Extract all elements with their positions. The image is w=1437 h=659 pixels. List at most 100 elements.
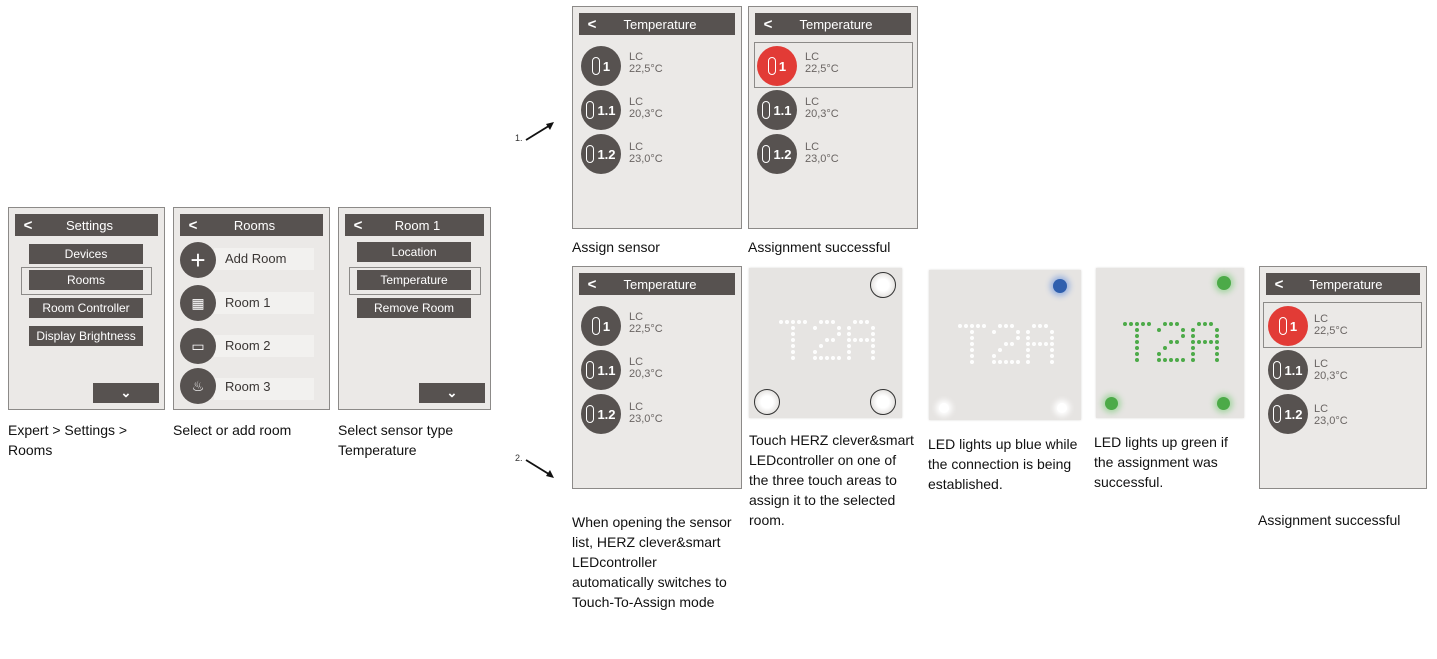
sensor-1-icon[interactable]: 1	[581, 46, 621, 86]
led-dot	[871, 326, 875, 330]
display-brightness-button[interactable]: Display Brightness	[29, 326, 143, 346]
back-chevron-icon[interactable]: <	[345, 217, 371, 234]
led-dot	[1016, 360, 1020, 364]
led-dot	[1175, 340, 1179, 344]
temperature-panel-success-bottom: < Temperature 1 LC 22,5°C 1.1 LC 20,3°C …	[1259, 266, 1427, 489]
sensor-1-2-icon[interactable]: 1.2	[581, 394, 621, 434]
led-dot	[1191, 340, 1195, 344]
touch-area-bottom-right[interactable]	[870, 389, 896, 415]
led-white-dot-left	[939, 403, 949, 413]
sensor-1-2-icon[interactable]: 1.2	[581, 134, 621, 174]
led-dot	[791, 338, 795, 342]
back-chevron-icon[interactable]: <	[1266, 276, 1292, 293]
led-dot	[1016, 336, 1020, 340]
pot-icon[interactable]: ♨	[180, 368, 216, 404]
led-dot	[1169, 322, 1173, 326]
t2a-logo-white	[958, 324, 1054, 364]
led-dot	[970, 324, 974, 328]
sofa-icon[interactable]: ▭	[180, 328, 216, 364]
t2a-dots	[958, 324, 1054, 364]
scroll-down-button[interactable]: ⌄	[419, 383, 485, 403]
led-dot	[998, 324, 1002, 328]
led-dot	[998, 348, 1002, 352]
sensor-1-1-value: 20,3°C	[1314, 370, 1348, 382]
sensor-1-2-icon[interactable]: 1.2	[1268, 394, 1308, 434]
back-chevron-icon[interactable]: <	[755, 16, 781, 33]
t2a-logo-white	[779, 320, 875, 360]
led-dot	[1004, 360, 1008, 364]
remove-room-button[interactable]: Remove Room	[357, 298, 471, 318]
sensor-1-1-icon[interactable]: 1.1	[757, 90, 797, 130]
room-2-label[interactable]: Room 2	[225, 338, 271, 353]
open-list-caption: When opening the sensor list, HERZ cleve…	[572, 514, 732, 610]
led-dot	[1203, 340, 1207, 344]
sensor-1-1-icon[interactable]: 1.1	[1268, 350, 1308, 390]
led-dot	[813, 356, 817, 360]
led-dot	[1181, 358, 1185, 362]
room-controller-button[interactable]: Room Controller	[29, 298, 143, 318]
led-blue-dot	[1053, 279, 1067, 293]
temperature-button[interactable]: Temperature	[357, 270, 471, 290]
led-dot	[825, 356, 829, 360]
sensor-1-1-label: LC	[629, 96, 644, 108]
touch-area-bottom-left[interactable]	[754, 389, 780, 415]
assignment-successful-caption-top: Assignment successful	[748, 239, 891, 255]
led-dot	[982, 324, 986, 328]
led-dot	[847, 350, 851, 354]
settings-panel: < Settings Devices Rooms Room Controller…	[8, 207, 165, 410]
sensor-1-2-value: 23,0°C	[1314, 415, 1348, 427]
led-dot	[1004, 342, 1008, 346]
led-dot	[791, 326, 795, 330]
sensor-1-1-value: 20,3°C	[629, 368, 663, 380]
sensor-1-1-label: LC	[805, 96, 820, 108]
led-controller-green	[1096, 268, 1244, 418]
back-chevron-icon[interactable]: <	[15, 217, 41, 234]
led-dot	[871, 350, 875, 354]
back-chevron-icon[interactable]: <	[180, 217, 206, 234]
led-dot	[1044, 342, 1048, 346]
led-dot	[1135, 340, 1139, 344]
sensor-1-icon[interactable]: 1	[581, 306, 621, 346]
led-dot	[1175, 322, 1179, 326]
led-dot	[1163, 358, 1167, 362]
led-dot	[970, 330, 974, 334]
led-dot	[1050, 360, 1054, 364]
sensor-1-icon-selected[interactable]: 1	[757, 46, 797, 86]
add-room-label[interactable]: Add Room	[225, 251, 286, 266]
sensor-1-2-icon[interactable]: 1.2	[757, 134, 797, 174]
led-dot	[819, 356, 823, 360]
led-dot	[1010, 342, 1014, 346]
sensor-1-1-icon[interactable]: 1.1	[581, 90, 621, 130]
rooms-button[interactable]: Rooms	[29, 270, 143, 290]
led-dot	[1141, 322, 1145, 326]
room-3-label[interactable]: Room 3	[225, 379, 271, 394]
led-dot	[970, 354, 974, 358]
led-dot	[1169, 358, 1173, 362]
back-chevron-icon[interactable]: <	[579, 276, 605, 293]
devices-button[interactable]: Devices	[29, 244, 143, 264]
sensor-1-1-icon[interactable]: 1.1	[581, 350, 621, 390]
led-dot	[1038, 324, 1042, 328]
location-button[interactable]: Location	[357, 242, 471, 262]
room-1-label[interactable]: Room 1	[225, 295, 271, 310]
sensor-1-value: 22,5°C	[629, 323, 663, 335]
led-dot	[831, 338, 835, 342]
add-icon[interactable]: +	[180, 242, 216, 278]
temperature-panel-assign: < Temperature 1 LC 22,5°C 1.1 LC 20,3°C …	[572, 6, 742, 229]
bed-icon[interactable]: ▦	[180, 285, 216, 321]
settings-title: Settings	[66, 217, 113, 233]
led-dot	[1050, 336, 1054, 340]
back-chevron-icon[interactable]: <	[579, 16, 605, 33]
sensor-1-2-label: LC	[805, 141, 820, 153]
led-dot	[992, 360, 996, 364]
led-dot	[1010, 360, 1014, 364]
led-dot	[1191, 334, 1195, 338]
temperature-title: Temperature	[799, 16, 873, 32]
touch-area-top-right[interactable]	[870, 272, 896, 298]
led-dot	[1135, 322, 1139, 326]
led-dot	[1157, 352, 1161, 356]
led-dot	[1044, 324, 1048, 328]
scroll-down-button[interactable]: ⌄	[93, 383, 159, 403]
led-dot	[1050, 348, 1054, 352]
sensor-1-icon-selected[interactable]: 1	[1268, 306, 1308, 346]
